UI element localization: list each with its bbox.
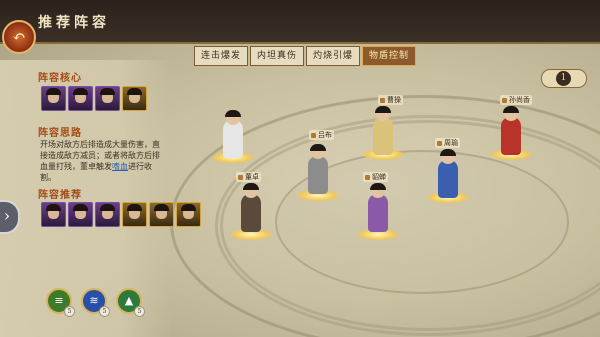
unit-nameplate: 董卓 <box>236 172 261 182</box>
blue-skill-icon[interactable]: ≋ 5 <box>81 288 110 317</box>
tab-burn-detonate[interactable]: 灼烧引爆 <box>306 46 361 66</box>
header-bar: 推荐阵容 <box>0 0 600 44</box>
skill-count: 5 <box>99 306 110 317</box>
bloodthirst-link[interactable]: 嗜血 <box>112 162 128 171</box>
back-arrow-icon: ↶ <box>12 27 26 46</box>
skill-count: 5 <box>134 306 145 317</box>
unit-body <box>223 120 243 158</box>
unit-hair <box>370 183 386 190</box>
counter-value: 1 <box>556 71 571 86</box>
unit-body <box>241 194 261 232</box>
back-button[interactable]: ↶ <box>2 20 36 54</box>
chevron-right-icon: › <box>3 206 11 225</box>
core-portraits <box>41 86 149 111</box>
tab-inner-tank[interactable]: 内坦真伤 <box>250 46 305 66</box>
unit-nameplate: 孙尚香 <box>500 95 532 105</box>
battle-stage: 推荐阵容 ↶ 连击爆发 内坦真伤 灼烧引爆 物盾控制 阵容核心 阵容思路 开场对… <box>0 0 600 337</box>
recommend-hero-portrait[interactable] <box>41 202 66 227</box>
unit-nameplate: 吕布 <box>309 130 334 140</box>
hero-unit-dongzhuo[interactable]: 董卓 <box>228 172 274 244</box>
skill-count: 5 <box>64 306 75 317</box>
hero-unit-sunshangxiang[interactable]: 孙尚香 <box>488 95 534 165</box>
recommend-section-title: 阵容推荐 <box>38 190 82 201</box>
unit-hair <box>225 110 241 117</box>
core-section-title: 阵容核心 <box>38 73 82 84</box>
recommend-hero-portrait[interactable] <box>95 202 120 227</box>
skill-glyph: ▲ <box>124 294 134 307</box>
formation-tabs: 连击爆发 内坦真伤 灼烧引爆 物盾控制 <box>194 46 418 66</box>
recommend-hero-portrait[interactable] <box>68 202 93 227</box>
core-hero-portrait[interactable] <box>68 86 93 111</box>
hero-unit-caocao[interactable]: 曹操 <box>360 95 406 165</box>
core-hero-portrait[interactable] <box>95 86 120 111</box>
hero-unit[interactable] <box>210 108 256 168</box>
core-hero-portrait[interactable] <box>122 86 147 111</box>
hero-unit-zhouyu[interactable]: 周瑜 <box>425 138 471 208</box>
unit-hair <box>375 106 391 113</box>
recommend-portraits <box>41 202 203 227</box>
formation-description: 开场对敌方后排造成大量伤害，直接造成敌方减员；或者将敌方后排血量打残，董卓触发嗜… <box>40 139 160 183</box>
scroll-icon[interactable]: ≡ 5 <box>46 288 75 317</box>
recommend-hero-portrait[interactable] <box>122 202 147 227</box>
skill-glyph: ≡ <box>54 294 64 307</box>
unit-hair <box>310 144 326 151</box>
hero-unit-lvbu[interactable]: 吕布 <box>295 130 341 205</box>
unit-body <box>308 156 328 194</box>
idea-section-title: 阵容思路 <box>38 128 82 139</box>
formation-counter[interactable]: 1 <box>541 69 587 88</box>
unit-body <box>368 194 388 232</box>
core-hero-portrait[interactable] <box>41 86 66 111</box>
skill-glyph: ≋ <box>89 294 99 307</box>
tab-combo-burst[interactable]: 连击爆发 <box>194 46 249 66</box>
unit-hair <box>503 106 519 113</box>
unit-nameplate: 貂蝉 <box>363 172 388 182</box>
skill-bar: ≡ 5 ≋ 5 ▲ 5 <box>46 288 151 317</box>
recommend-hero-portrait[interactable] <box>149 202 174 227</box>
recommend-hero-portrait[interactable] <box>176 202 201 227</box>
green-skill-icon[interactable]: ▲ 5 <box>116 288 145 317</box>
hero-unit-diaochan[interactable]: 貂蝉 <box>355 172 401 244</box>
tab-physical-shield[interactable]: 物盾控制 <box>362 46 417 66</box>
unit-body <box>438 160 458 198</box>
unit-body <box>501 117 521 155</box>
unit-nameplate: 曹操 <box>378 95 403 105</box>
page-title: 推荐阵容 <box>38 15 110 31</box>
unit-hair <box>243 183 259 190</box>
unit-body <box>373 117 393 155</box>
unit-hair <box>440 149 456 156</box>
unit-nameplate: 周瑜 <box>435 138 460 148</box>
